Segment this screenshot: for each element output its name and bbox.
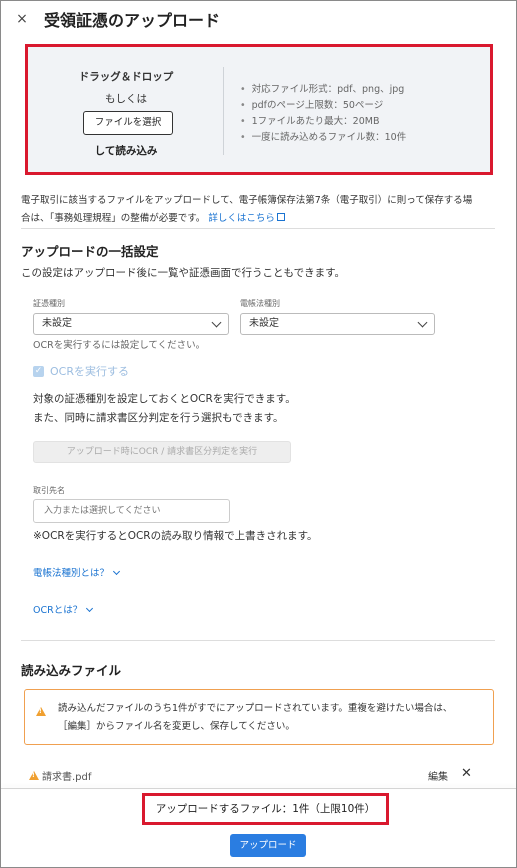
read-text: して読み込み — [94, 145, 158, 157]
chevron-down-icon — [86, 604, 94, 613]
upload-button[interactable]: アップロード — [230, 834, 306, 857]
ebook-type-label: 電帳法種別 — [240, 299, 280, 308]
chevron-down-icon — [211, 317, 222, 328]
close-icon[interactable]: × — [14, 9, 30, 29]
chevron-down-icon — [417, 317, 428, 328]
chevron-down-icon — [112, 567, 121, 576]
divider — [21, 228, 495, 229]
loaded-files-heading: 読み込みファイル — [21, 663, 122, 678]
select-file-button[interactable]: ファイルを選択 — [83, 111, 173, 135]
alert-line-2: ［編集］からファイル名を変更し、保存してください。 — [58, 721, 295, 732]
list-item: 1ファイルあたり最大：20MB — [240, 114, 406, 130]
voucher-type-value: 未設定 — [42, 318, 72, 329]
ocr-hint: OCRを実行するには設定してください。 — [33, 340, 206, 351]
notice-line-2: 合は、「事務処理規程」の整備が必要です。 — [21, 213, 206, 224]
voucher-type-label: 証憑種別 — [33, 299, 65, 308]
page-title: 受領証憑のアップロード — [44, 11, 221, 30]
notice-line-1: 電子取引に該当するファイルをアップロードして、電子帳簿保存法第7条（電子取引）に… — [21, 195, 473, 206]
ebook-type-help-label: 電帳法種別とは？ — [33, 568, 110, 579]
partner-name-input[interactable] — [33, 499, 230, 523]
footer-divider — [1, 788, 516, 789]
warning-icon — [29, 771, 39, 780]
file-dropzone[interactable]: ドラッグ＆ドロップ もしくは ファイルを選択 して読み込み 対応ファイル形式：p… — [25, 44, 493, 175]
voucher-type-select[interactable]: 未設定 — [33, 313, 229, 335]
drag-drop-text: ドラッグ＆ドロップ — [78, 71, 174, 83]
ocr-description-2: また、同時に請求書区分判定を行う選択もできます。 — [33, 412, 284, 424]
delete-icon[interactable]: ✕ — [461, 766, 472, 781]
edit-button[interactable]: 編集 — [428, 768, 448, 783]
ebook-type-select[interactable]: 未設定 — [240, 313, 435, 335]
file-requirements-list: 対応ファイル形式：pdf、png、jpg pdfのページ上限数：50ページ 1フ… — [240, 82, 407, 146]
dropzone-actions: ドラッグ＆ドロップ もしくは ファイルを選択 して読み込み — [28, 47, 224, 172]
e-transaction-notice: 電子取引に該当するファイルをアップロードして、電子帳簿保存法第7条（電子取引）に… — [21, 192, 501, 228]
warning-icon — [36, 707, 46, 716]
file-name: 請求書.pdf — [42, 772, 92, 783]
dialog-header: × 受領証憑のアップロード — [0, 0, 517, 40]
partner-name-label: 取引先名 — [33, 486, 65, 495]
list-item: pdfのページ上限数：50ページ — [240, 98, 406, 114]
duplicate-warning-alert: 読み込んだファイルのうち1件がすでにアップロードされています。重複を避けたい場合… — [24, 689, 494, 745]
divider — [21, 640, 495, 641]
list-item: 対応ファイル形式：pdf、png、jpg — [240, 82, 406, 98]
external-link-icon — [276, 213, 285, 221]
list-item: 一度に読み込めるファイル数：10件 — [240, 130, 407, 146]
details-link[interactable]: 詳しくはこちら — [208, 213, 285, 224]
alert-message: 読み込んだファイルのうち1件がすでにアップロードされています。重複を避けたい場合… — [58, 700, 488, 736]
bulk-settings-heading: アップロードの一括設定 — [21, 244, 159, 259]
ocr-description-1: 対象の証憑種別を設定しておくとOCRを実行できます。 — [33, 393, 296, 405]
upload-count: アップロードするファイル：1件（上限10件） — [142, 793, 389, 825]
alert-line-1: 読み込んだファイルのうち1件がすでにアップロードされています。重複を避けたい場合… — [58, 703, 453, 714]
ocr-help-label: OCRとは？ — [33, 605, 83, 616]
ebook-type-value: 未設定 — [249, 318, 279, 329]
dropzone-divider — [223, 67, 224, 155]
ebook-type-help-link[interactable]: 電帳法種別とは？ — [33, 565, 121, 579]
or-text: もしくは — [105, 93, 147, 105]
ocr-checkbox-label: OCRを実行する — [50, 365, 129, 378]
ocr-checkbox[interactable]: ✓ — [33, 366, 44, 377]
ocr-help-link[interactable]: OCRとは？ — [33, 602, 94, 616]
details-link-label: 詳しくはこちら — [208, 213, 275, 224]
ocr-run-button[interactable]: アップロード時にOCR / 請求書区分判定を実行 — [33, 441, 291, 463]
partner-overwrite-note: ※OCRを実行するとOCRの読み取り情報で上書きされます。 — [33, 530, 318, 542]
bulk-settings-subtext: この設定はアップロード後に一覧や証憑画面で行うこともできます。 — [21, 267, 346, 279]
